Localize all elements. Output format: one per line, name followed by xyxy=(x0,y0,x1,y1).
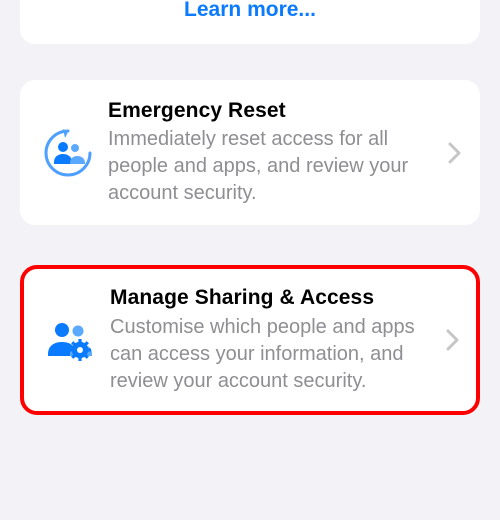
emergency-text: Emergency Reset Immediately reset access… xyxy=(98,98,442,207)
manage-sharing-row[interactable]: Manage Sharing & Access Customise which … xyxy=(20,265,480,414)
reset-people-icon xyxy=(38,123,98,183)
emergency-desc: Immediately reset access for all people … xyxy=(108,126,436,207)
manage-title: Manage Sharing & Access xyxy=(110,285,434,311)
learn-more-link[interactable]: Learn more... xyxy=(184,0,316,21)
manage-text: Manage Sharing & Access Customise which … xyxy=(100,285,440,394)
info-card: Learn more... xyxy=(20,0,480,44)
emergency-title: Emergency Reset xyxy=(108,98,436,124)
chevron-right-icon xyxy=(440,329,466,351)
settings-page: Learn more... Emergency Reset Immediatel… xyxy=(0,0,500,490)
emergency-reset-row[interactable]: Emergency Reset Immediately reset access… xyxy=(20,80,480,225)
manage-desc: Customise which people and apps can acce… xyxy=(110,314,434,395)
chevron-right-icon xyxy=(442,142,468,164)
people-gear-icon xyxy=(40,310,100,370)
